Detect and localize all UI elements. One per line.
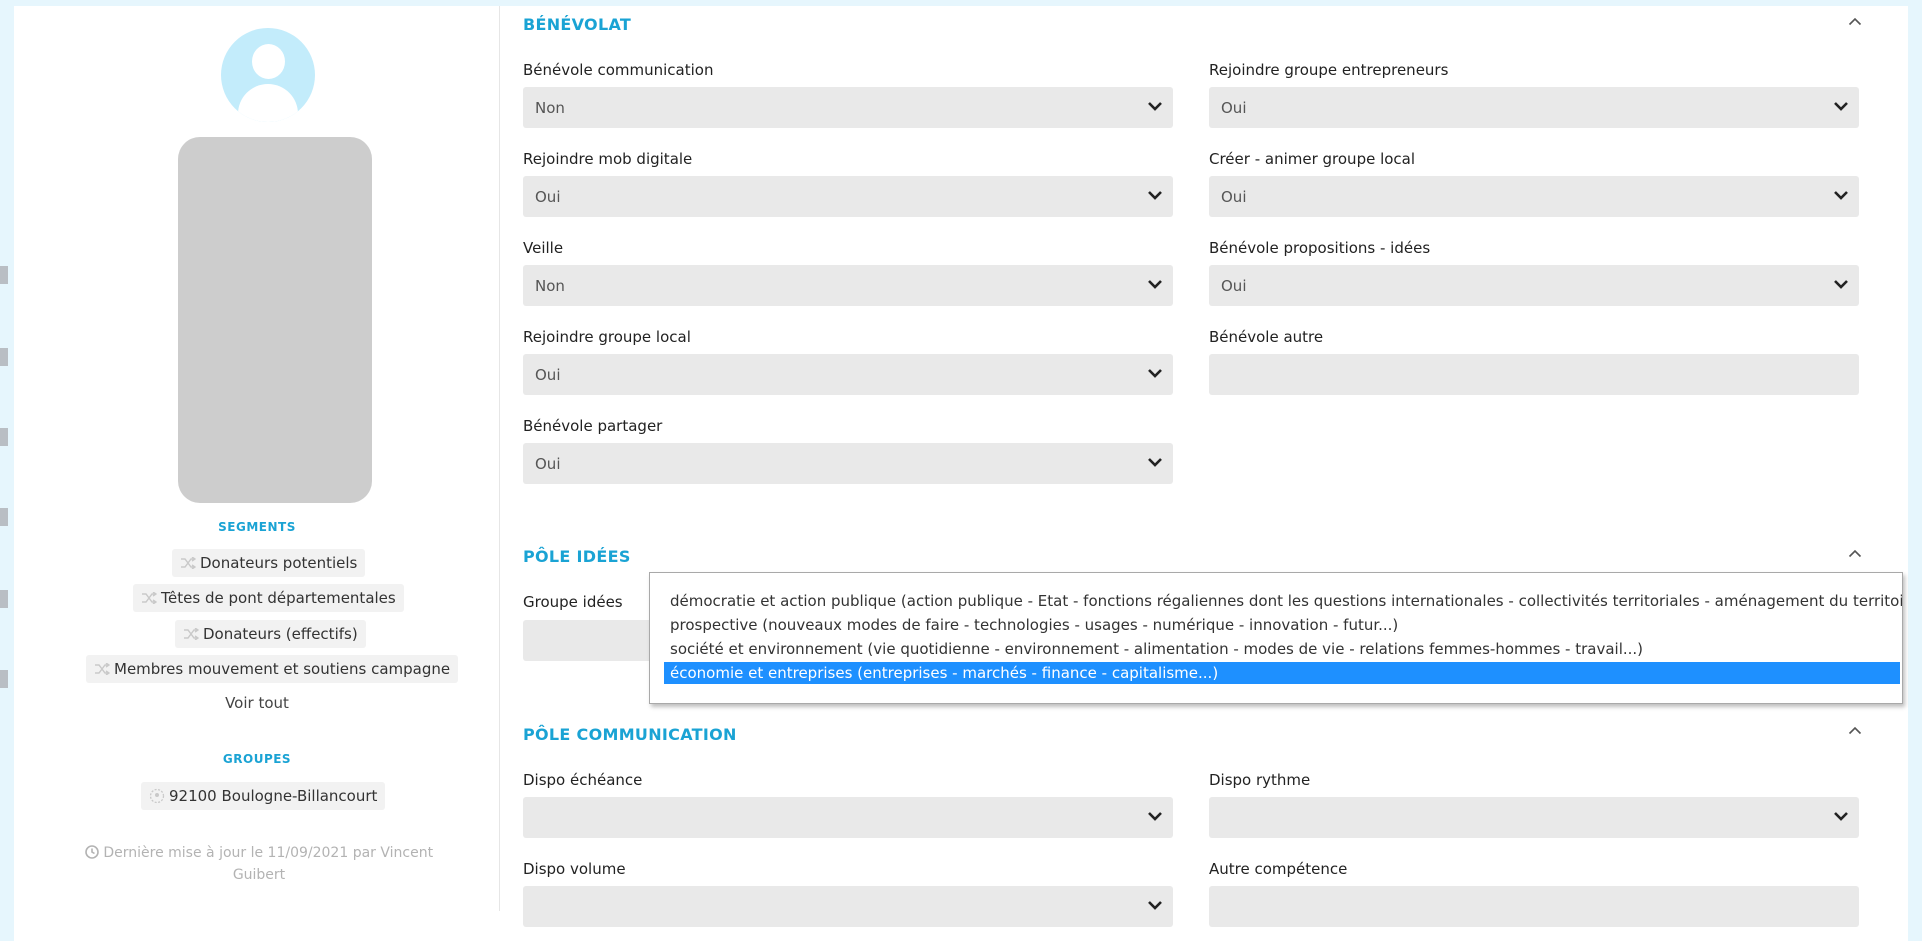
groupe-entrepreneurs-select[interactable]: Oui [1209, 87, 1859, 128]
chevron-down-icon [1148, 102, 1162, 111]
field-label: Bénévole communication [523, 61, 714, 79]
segment-label: Donateurs potentiels [200, 554, 358, 572]
shuffle-icon [184, 628, 199, 640]
last-update-line1: Dernière mise à jour le 11/09/2021 par V… [103, 845, 434, 861]
last-update-line2: Guibert [232, 867, 286, 883]
propositions-idees-select[interactable]: Oui [1209, 265, 1859, 306]
dropdown-ghost-text [668, 683, 672, 697]
select-value: Oui [535, 365, 561, 384]
veille-select[interactable]: Non [523, 265, 1173, 306]
benevole-partager-select[interactable]: Oui [523, 443, 1173, 484]
field-label: Dispo volume [523, 860, 626, 878]
avatar-icon [221, 28, 315, 122]
group-icon [149, 788, 165, 804]
benevole-autre-input[interactable] [1209, 354, 1859, 395]
shuffle-icon [181, 557, 196, 569]
dropdown-option[interactable]: prospective (nouveaux modes de faire - t… [650, 614, 1902, 636]
field-label: Créer - animer groupe local [1209, 150, 1416, 168]
field-label: Rejoindre mob digitale [523, 150, 693, 168]
pole-communication-title: PÔLE COMMUNICATION [523, 725, 737, 744]
segments-title: SEGMENTS [218, 520, 296, 534]
autre-competence-input[interactable] [1209, 886, 1859, 927]
dropdown-option[interactable]: démocratie et action publique (action pu… [650, 590, 1902, 612]
chevron-up-icon [1848, 17, 1862, 25]
chevron-down-icon [1834, 812, 1848, 821]
dropdown-option-selected[interactable]: économie et entreprises (entreprises - m… [664, 662, 1900, 684]
select-value: Oui [1221, 187, 1247, 206]
chevron-up-icon [1848, 549, 1862, 557]
edge-mark [0, 348, 8, 366]
field-label: Autre compétence [1209, 860, 1348, 878]
select-value: Non [535, 276, 565, 295]
collapse-pole-idees-button[interactable] [1843, 543, 1867, 563]
column-divider [499, 6, 500, 911]
chevron-down-icon [1834, 191, 1848, 200]
chevron-down-icon [1148, 812, 1162, 821]
segment-label: Donateurs (effectifs) [203, 625, 358, 643]
dispo-rythme-select[interactable] [1209, 797, 1859, 838]
see-all-link[interactable]: Voir tout [14, 694, 500, 712]
benevole-communication-select[interactable]: Non [523, 87, 1173, 128]
mob-digitale-select[interactable]: Oui [523, 176, 1173, 217]
profile-sidebar: SEGMENTS Donateurs potentiels Têtes de p… [14, 6, 500, 941]
benevolat-title: BÉNÉVOLAT [523, 15, 632, 34]
groups-title: GROUPES [222, 752, 292, 766]
field-label: Bénévole autre [1209, 328, 1324, 346]
segment-chip[interactable]: Donateurs potentiels [172, 549, 366, 577]
groupe-local-creer-select[interactable]: Oui [1209, 176, 1859, 217]
field-label: Dispo échéance [523, 771, 643, 789]
groupe-idees-dropdown[interactable]: démocratie et action publique (action pu… [649, 572, 1903, 704]
dropdown-option[interactable]: société et environnement (vie quotidienn… [650, 638, 1902, 660]
shuffle-icon [95, 663, 110, 675]
edge-mark [0, 590, 8, 608]
select-value: Oui [535, 187, 561, 206]
edge-mark [0, 508, 8, 526]
segment-chip[interactable]: Membres mouvement et soutiens campagne [86, 655, 459, 683]
chevron-down-icon [1148, 458, 1162, 467]
collapse-benevolat-button[interactable] [1843, 11, 1867, 31]
shuffle-icon [142, 592, 157, 604]
edge-mark [0, 266, 8, 284]
chevron-down-icon [1148, 369, 1162, 378]
select-value: Oui [535, 454, 561, 473]
segment-label: Membres mouvement et soutiens campagne [114, 660, 451, 678]
field-label: Rejoindre groupe entrepreneurs [1209, 61, 1449, 79]
group-chip[interactable]: 92100 Boulogne-Billancourt [141, 782, 386, 810]
photo-placeholder [178, 137, 372, 503]
edge-mark [0, 428, 8, 446]
field-label: Veille [523, 239, 564, 257]
chevron-down-icon [1148, 191, 1162, 200]
pole-idees-title: PÔLE IDÉES [523, 547, 631, 566]
last-update-note: Dernière mise à jour le 11/09/2021 par V… [74, 842, 444, 886]
select-value: Oui [1221, 276, 1247, 295]
chevron-down-icon [1148, 901, 1162, 910]
groupe-local-select[interactable]: Oui [523, 354, 1173, 395]
dispo-echeance-select[interactable] [523, 797, 1173, 838]
edge-mark [0, 670, 8, 688]
segment-chip[interactable]: Têtes de pont départementales [133, 584, 404, 612]
field-label: Dispo rythme [1209, 771, 1311, 789]
chevron-down-icon [1148, 280, 1162, 289]
collapse-pole-communication-button[interactable] [1843, 720, 1867, 740]
chevron-down-icon [1834, 280, 1848, 289]
field-label: Bénévole propositions - idées [1209, 239, 1431, 257]
segment-chip[interactable]: Donateurs (effectifs) [175, 620, 366, 648]
segment-label: Têtes de pont départementales [161, 589, 396, 607]
select-value: Oui [1221, 98, 1247, 117]
chevron-down-icon [1834, 102, 1848, 111]
dispo-volume-select[interactable] [523, 886, 1173, 927]
field-label: Rejoindre groupe local [523, 328, 691, 346]
field-label: Groupe idées [523, 593, 623, 611]
field-label: Bénévole partager [523, 417, 663, 435]
select-value: Non [535, 98, 565, 117]
chevron-up-icon [1848, 726, 1862, 734]
clock-icon [85, 845, 99, 859]
group-label: 92100 Boulogne-Billancourt [169, 787, 378, 805]
